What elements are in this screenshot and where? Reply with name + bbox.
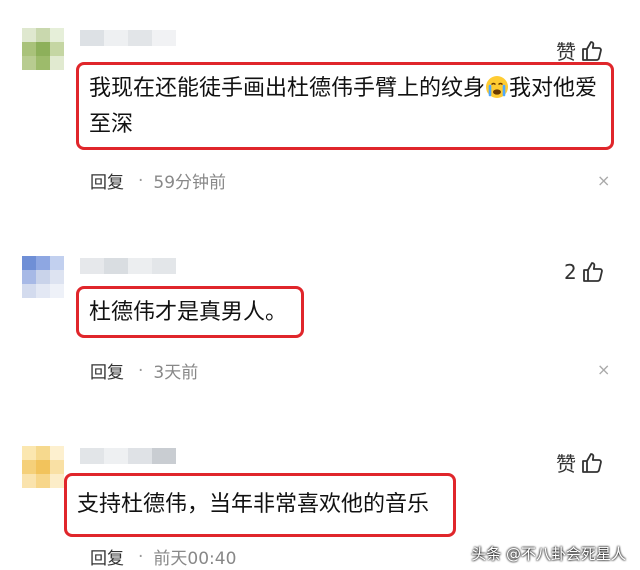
- timestamp: 前天00:40: [153, 549, 237, 569]
- comment-meta: 回复 · 3天前: [90, 358, 199, 384]
- reply-button[interactable]: 回复: [90, 358, 124, 383]
- comment-text: 我现在还能徒手画出杜德伟手臂上的纹身 我对他爱 至深: [76, 62, 614, 150]
- watermark: 头条 @不八卦会死星人: [471, 545, 626, 563]
- comment-text: 杜德伟才是真男人。: [76, 286, 304, 338]
- avatar[interactable]: [22, 28, 78, 84]
- reply-button[interactable]: 回复: [90, 544, 124, 569]
- close-icon[interactable]: ×: [597, 171, 610, 190]
- like-button[interactable]: 赞: [556, 448, 604, 477]
- separator-dot: ·: [138, 170, 144, 191]
- thumbs-up-icon: [582, 452, 602, 473]
- username-blurred: [80, 448, 176, 464]
- username-blurred: [80, 258, 176, 274]
- timestamp: 59分钟前: [153, 173, 227, 193]
- comment-line-1: 我现在还能徒手画出杜德伟手臂上的纹身 我对他爱: [89, 76, 598, 101]
- like-label: 赞: [556, 40, 576, 64]
- username-blurred: [80, 30, 176, 46]
- like-button[interactable]: 赞: [556, 36, 604, 65]
- thumbs-up-icon: [582, 262, 603, 282]
- comment-text: 支持杜德伟，当年非常喜欢他的音乐: [64, 473, 456, 537]
- like-label: 赞: [556, 452, 576, 476]
- comment-meta: 回复 · 59分钟前: [90, 168, 227, 194]
- thumbs-up-icon: [582, 40, 602, 61]
- separator-dot: ·: [138, 546, 144, 567]
- avatar[interactable]: [22, 256, 78, 312]
- close-icon[interactable]: ×: [597, 360, 610, 379]
- like-count: 2: [564, 260, 577, 284]
- timestamp: 3天前: [153, 363, 199, 383]
- comment-meta: 回复 · 前天00:40: [90, 544, 237, 570]
- separator-dot: ·: [138, 360, 144, 381]
- reply-button[interactable]: 回复: [90, 168, 124, 193]
- crying-face-icon: [486, 76, 509, 98]
- comment-line-2: 至深: [89, 112, 134, 137]
- like-button[interactable]: 2: [564, 260, 605, 284]
